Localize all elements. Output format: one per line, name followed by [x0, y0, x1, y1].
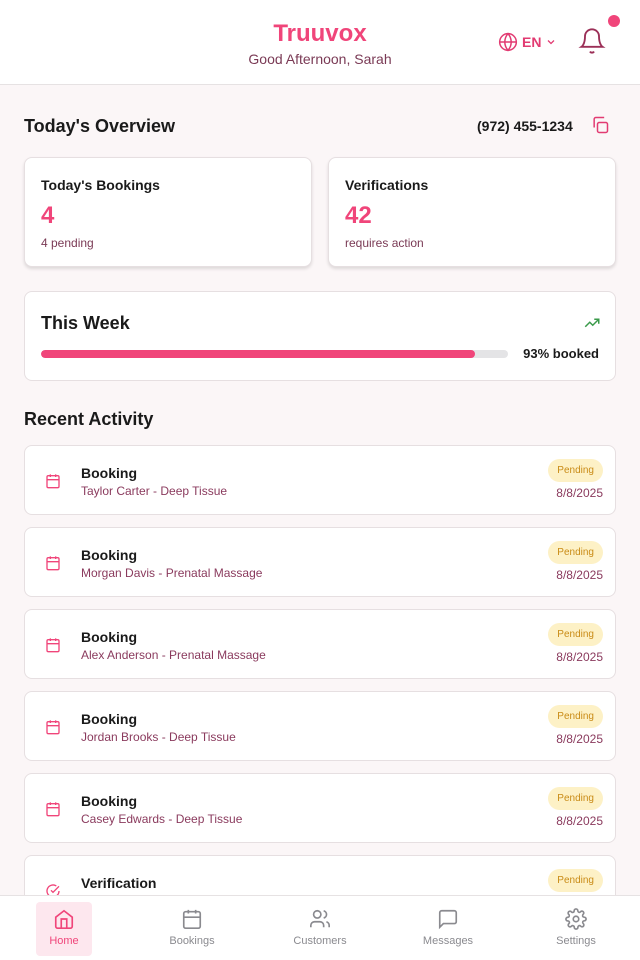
nav-customers[interactable]: Customers: [292, 902, 348, 956]
status-badge: Pending: [548, 623, 603, 646]
this-week-card: This Week 93% booked: [24, 291, 616, 381]
week-progress-label: 93% booked: [523, 346, 599, 361]
calendar-icon: [46, 638, 60, 653]
nav-label: Home: [49, 935, 79, 947]
status-badge: Pending: [548, 459, 603, 482]
calendar-icon: [46, 474, 60, 489]
activity-item[interactable]: Booking Casey Edwards - Deep Tissue Pend…: [24, 773, 616, 843]
activity-item[interactable]: Booking Morgan Davis - Prenatal Massage …: [24, 527, 616, 597]
activity-date: 8/8/2025: [556, 650, 603, 664]
bookings-label: Today's Bookings: [41, 177, 160, 193]
recent-activity-title: Recent Activity: [24, 409, 154, 429]
activity-title: Booking: [81, 793, 137, 809]
activity-date: 8/8/2025: [556, 732, 603, 746]
status-badge: Pending: [548, 869, 603, 892]
verifications-status: requires action: [345, 236, 424, 250]
bookings-count: 4: [41, 202, 55, 229]
calendar-icon: [46, 802, 60, 817]
message-icon: [438, 909, 458, 930]
activity-title: Verification: [81, 875, 157, 891]
nav-messages[interactable]: Messages: [420, 902, 476, 956]
todays-bookings-card[interactable]: Today's Bookings 4 4 pending: [24, 157, 312, 267]
activity-date: 8/8/2025: [556, 486, 603, 500]
notification-dot: [608, 15, 620, 27]
users-icon: [310, 909, 330, 928]
chevron-down-icon: [548, 40, 555, 45]
activity-title: Booking: [81, 547, 137, 563]
activity-list: Booking Taylor Carter - Deep Tissue Pend…: [24, 445, 616, 937]
overview-title: Today's Overview: [24, 116, 176, 136]
verifications-label: Verifications: [345, 177, 429, 193]
week-progress-bar: [41, 350, 508, 358]
language-selector[interactable]: EN: [498, 31, 557, 53]
week-title: This Week: [41, 313, 130, 333]
activity-title: Booking: [81, 629, 137, 645]
activity-item[interactable]: Booking Taylor Carter - Deep Tissue Pend…: [24, 445, 616, 515]
nav-bookings[interactable]: Bookings: [164, 902, 220, 956]
verifications-count: 42: [345, 202, 372, 229]
activity-item[interactable]: Booking Jordan Brooks - Deep Tissue Pend…: [24, 691, 616, 761]
calendar-icon: [46, 720, 60, 735]
nav-home[interactable]: Home: [36, 902, 92, 956]
activity-date: 8/8/2025: [556, 814, 603, 828]
calendar-icon: [46, 556, 60, 571]
status-badge: Pending: [548, 541, 603, 564]
home-icon: [54, 909, 74, 929]
status-badge: Pending: [548, 705, 603, 728]
gear-icon: [565, 908, 587, 930]
nav-label: Customers: [293, 935, 347, 947]
week-progress-fill: [41, 350, 476, 358]
activity-subtitle: Alex Anderson - Prenatal Massage: [81, 648, 266, 662]
status-badge: Pending: [548, 787, 603, 810]
activity-subtitle: Casey Edwards - Deep Tissue: [81, 812, 243, 826]
bottom-nav: Home Bookings Customers Messages Setting…: [0, 895, 640, 960]
activity-subtitle: Morgan Davis - Prenatal Massage: [81, 566, 263, 580]
verifications-card[interactable]: Verifications 42 requires action: [328, 157, 616, 267]
activity-subtitle: Jordan Brooks - Deep Tissue: [81, 730, 236, 744]
globe-icon: [498, 32, 518, 52]
phone-number: (972) 455-1234: [477, 118, 573, 134]
bell-icon[interactable]: [578, 26, 606, 56]
app-header: Truuvox Good Afternoon, Sarah EN: [0, 0, 640, 85]
nav-settings[interactable]: Settings: [548, 902, 604, 956]
trending-up-icon: [584, 318, 600, 328]
activity-item[interactable]: Booking Alex Anderson - Prenatal Massage…: [24, 609, 616, 679]
activity-title: Booking: [81, 465, 137, 481]
activity-date: 8/8/2025: [556, 568, 603, 582]
nav-label: Messages: [422, 935, 474, 947]
activity-title: Booking: [81, 711, 137, 727]
language-code: EN: [522, 34, 542, 50]
calendar-icon: [182, 909, 202, 929]
bookings-pending: 4 pending: [41, 236, 94, 250]
copy-icon[interactable]: [590, 115, 610, 135]
activity-subtitle: Taylor Carter - Deep Tissue: [81, 484, 228, 498]
nav-label: Settings: [556, 935, 596, 947]
nav-label: Bookings: [169, 935, 215, 947]
